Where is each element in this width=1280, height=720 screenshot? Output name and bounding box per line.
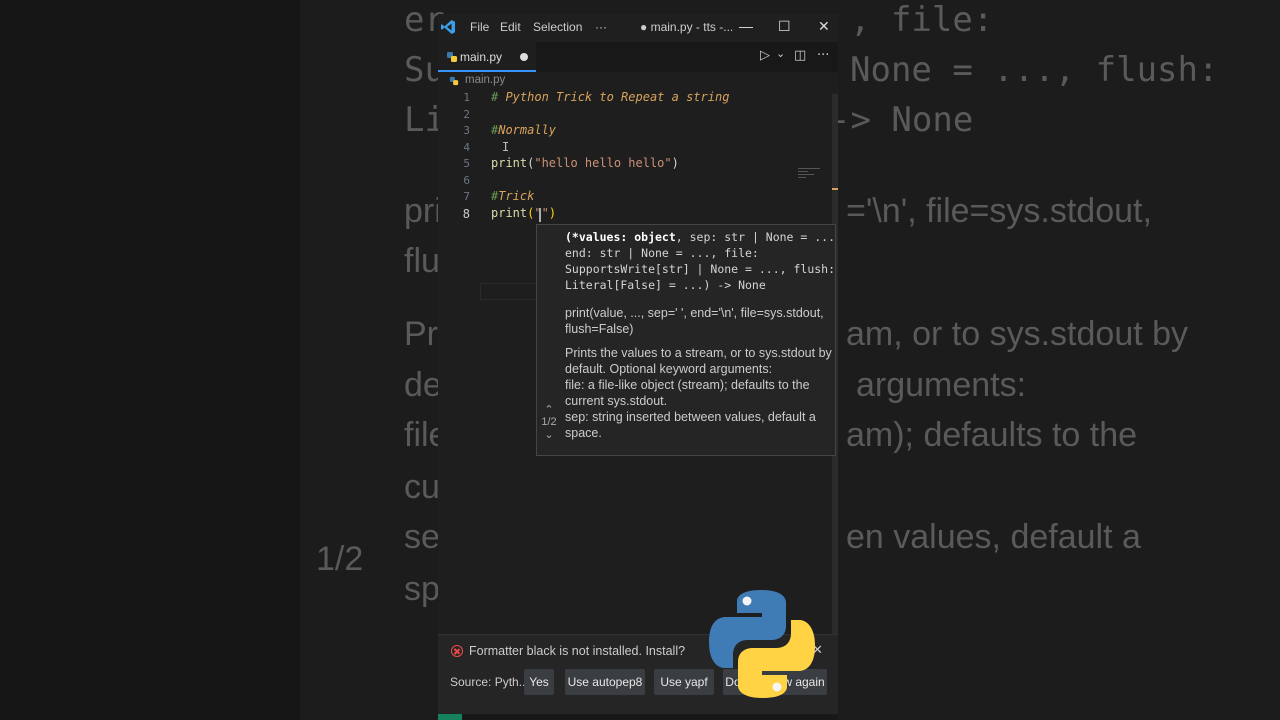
python-file-icon bbox=[447, 52, 457, 62]
code-line: 6 bbox=[438, 173, 828, 189]
window-title: ● main.py - tts -... bbox=[640, 20, 734, 34]
signature-help-popup[interactable]: (*values: object, sep: str | None = ...,… bbox=[536, 224, 836, 456]
line-number: 8 bbox=[462, 207, 470, 221]
error-icon bbox=[451, 645, 463, 657]
line-number: 7 bbox=[463, 190, 470, 203]
bg-text: -> None bbox=[830, 100, 974, 140]
code-line: 7 #Trick bbox=[438, 189, 828, 205]
bg-pager: 1/2 bbox=[316, 540, 364, 578]
breadcrumb-file[interactable]: main.py bbox=[465, 74, 505, 86]
vscode-logo-icon bbox=[441, 20, 455, 34]
notification-source: Source: Pyth... bbox=[450, 675, 529, 689]
string-literal: "" bbox=[534, 206, 549, 220]
use-autopep8-button[interactable]: Use autopep8 bbox=[565, 669, 645, 695]
menu-edit[interactable]: Edit bbox=[500, 20, 521, 34]
menu-file[interactable]: File bbox=[470, 20, 489, 34]
code-line: 4 bbox=[438, 140, 828, 156]
paren-close: ) bbox=[548, 206, 557, 220]
signature-text: (*values: object, sep: str | None = ...,… bbox=[565, 229, 835, 293]
python-logo-icon bbox=[709, 590, 815, 698]
line-number: 2 bbox=[463, 108, 470, 121]
code-line-active: 8 print("") bbox=[438, 206, 828, 222]
line-number: 1 bbox=[463, 91, 470, 104]
bg-text: None = ..., flush: bbox=[850, 50, 1219, 90]
bg-text: am); defaults to the bbox=[846, 416, 1138, 454]
pager-up-chevron-icon[interactable]: ⌃ bbox=[537, 403, 561, 416]
bg-text: pri bbox=[404, 192, 442, 230]
function-name: print bbox=[491, 206, 528, 220]
line-number: 4 bbox=[463, 141, 470, 154]
bg-text: ='\n', file=sys.stdout, bbox=[846, 192, 1152, 230]
pager-count: 1/2 bbox=[541, 416, 557, 428]
pager-down-chevron-icon[interactable]: ⌄ bbox=[537, 428, 561, 441]
comment-text: Python Trick to Repeat a string bbox=[498, 90, 730, 104]
string-literal: "hello hello hello" bbox=[534, 156, 672, 170]
code-line: 2 bbox=[438, 107, 828, 123]
tab-bar: main.py ▷ ⌄ ◫ ··· bbox=[438, 42, 838, 72]
doc-paragraph: Prints the values to a stream, or to sys… bbox=[565, 346, 832, 376]
doc-paragraph: file: a file-like object (stream); defau… bbox=[565, 378, 810, 408]
doc-paragraph: sep: string inserted between values, def… bbox=[565, 410, 816, 440]
line-number: 5 bbox=[463, 157, 470, 170]
title-bar: File Edit Selection ··· ● main.py - tts … bbox=[438, 14, 838, 42]
maximize-button[interactable]: ☐ bbox=[778, 18, 791, 35]
run-menu-chevron-icon[interactable]: ⌄ bbox=[776, 47, 785, 60]
bg-text: se bbox=[404, 518, 440, 556]
signature-usage: print(value, ..., sep=' ', end='\n', fil… bbox=[565, 306, 824, 336]
close-window-button[interactable]: ✕ bbox=[818, 18, 830, 35]
bg-text: , file: bbox=[850, 0, 994, 40]
bg-text: de bbox=[404, 366, 442, 404]
tab-label: main.py bbox=[460, 50, 503, 64]
bg-text: cu bbox=[404, 468, 440, 506]
paren-close: ) bbox=[671, 156, 679, 170]
breadcrumb: main.py bbox=[438, 72, 838, 90]
code-line: 1 # Python Trick to Repeat a string bbox=[438, 90, 828, 106]
text-cursor bbox=[539, 208, 541, 222]
minimize-button[interactable]: — bbox=[739, 18, 753, 34]
bg-text: en values, default a bbox=[846, 518, 1141, 556]
comment-text: Normally bbox=[498, 123, 557, 137]
bg-text: am, or to sys.stdout by bbox=[846, 315, 1189, 353]
bg-text: arguments: bbox=[856, 366, 1027, 404]
signature-param-active: (*values: object bbox=[565, 230, 676, 244]
scrollbar-marker bbox=[832, 188, 838, 190]
line-number: 3 bbox=[463, 124, 470, 137]
function-name: print bbox=[491, 156, 528, 170]
code-line: 5 print("hello hello hello") bbox=[438, 156, 828, 172]
code-line: 3 #Normally bbox=[438, 123, 828, 139]
tab-main-py[interactable]: main.py bbox=[438, 42, 536, 72]
bg-text: sp bbox=[404, 570, 440, 608]
unsaved-dot-icon[interactable] bbox=[520, 53, 528, 61]
yes-button[interactable]: Yes bbox=[524, 669, 554, 695]
signature-pager: ⌃ 1/2 ⌄ bbox=[537, 403, 561, 441]
more-actions-icon[interactable]: ··· bbox=[817, 48, 829, 63]
mouse-ibeam-icon: I bbox=[502, 140, 510, 154]
status-bar bbox=[438, 714, 838, 720]
split-editor-icon[interactable]: ◫ bbox=[794, 48, 806, 63]
line-number: 6 bbox=[463, 174, 470, 187]
use-yapf-button[interactable]: Use yapf bbox=[654, 669, 714, 695]
menu-selection[interactable]: Selection bbox=[533, 20, 582, 34]
bg-text: flu bbox=[404, 242, 440, 280]
run-icon[interactable]: ▷ bbox=[760, 48, 770, 63]
python-file-icon bbox=[449, 76, 459, 86]
comment-text: Trick bbox=[498, 189, 535, 203]
menu-more[interactable]: ··· bbox=[595, 20, 607, 34]
remote-indicator[interactable] bbox=[438, 714, 462, 720]
notification-message: Formatter black is not installed. Instal… bbox=[469, 644, 686, 658]
